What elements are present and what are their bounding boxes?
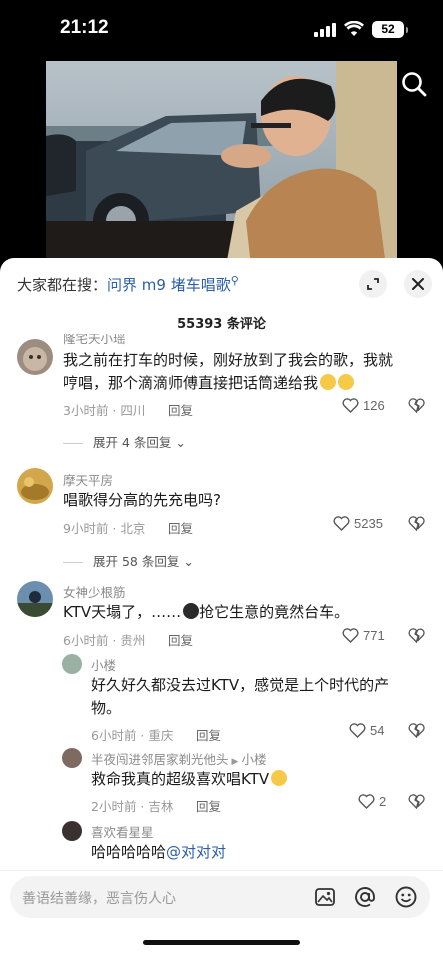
comment-time: 6小时前 · 贵州 xyxy=(63,633,146,648)
avatar[interactable] xyxy=(17,339,53,375)
emoji-icon xyxy=(183,603,200,619)
related-search-query[interactable]: 问界 m9 堵车唱歌 xyxy=(107,276,231,294)
heart-icon xyxy=(349,723,366,738)
heart-icon xyxy=(358,794,375,809)
comment-username[interactable]: 摩天平房 xyxy=(63,470,113,489)
close-icon xyxy=(412,278,424,290)
reply-username[interactable]: 喜欢看星星 xyxy=(91,822,154,841)
image-icon[interactable] xyxy=(313,885,337,909)
comment-text: 唱歌得分高的先充电吗? xyxy=(63,491,221,509)
battery-indicator: 52 xyxy=(372,21,408,38)
emoji-icon xyxy=(338,374,355,390)
avatar[interactable] xyxy=(17,468,53,504)
reply-button[interactable]: 回复 xyxy=(168,400,193,419)
expand-replies[interactable]: 展开 4 条回复 ⌄ xyxy=(63,432,186,451)
home-indicator[interactable] xyxy=(143,940,300,945)
video-frame xyxy=(46,61,397,266)
video-player[interactable] xyxy=(46,61,397,266)
reply-text: 救命我真的超级喜欢唱KTV xyxy=(91,768,411,791)
related-search-label: 大家都在搜： xyxy=(17,276,108,294)
comment-text: 我之前在打车的时候，刚好放到了我会的歌，我就哼唱，那个滴滴师傅直接把话筒递给我 xyxy=(63,349,395,395)
like-button[interactable]: 126 xyxy=(342,398,385,413)
reply-time: 6小时前 · 重庆 xyxy=(91,728,174,743)
like-count: 126 xyxy=(363,398,385,413)
avatar[interactable] xyxy=(62,654,82,674)
comment-text-part: 抢它生意的竟然台车。 xyxy=(199,603,350,621)
avatar[interactable] xyxy=(62,821,82,841)
broken-heart-icon[interactable] xyxy=(408,723,425,738)
comment-input-placeholder: 善语结善缘，恶言伤人心 xyxy=(22,891,176,907)
comment-input[interactable]: 善语结善缘，恶言伤人心 xyxy=(10,876,430,918)
comment-list[interactable]: 隆宅天小瑶 我之前在打车的时候，刚好放到了我会的歌，我就哼唱，那个滴滴师傅直接把… xyxy=(0,334,443,868)
mention-icon[interactable] xyxy=(353,885,377,909)
avatar[interactable] xyxy=(62,748,82,768)
reply-username-text[interactable]: 半夜闯进邻居家剃光他头 xyxy=(91,752,229,767)
signal-icon xyxy=(314,23,336,37)
heart-icon xyxy=(342,628,359,643)
broken-heart-icon[interactable] xyxy=(408,516,425,531)
reply-text-content: 哈哈哈哈哈 xyxy=(91,843,167,861)
expand-replies-label: 展开 58 条回复 xyxy=(93,554,180,569)
like-button[interactable]: 771 xyxy=(342,628,385,643)
broken-heart-icon[interactable] xyxy=(408,794,425,809)
like-count: 5235 xyxy=(354,516,383,531)
comment-text: KTV天塌了，…… 抢它生意的竟然台车。 xyxy=(63,601,403,624)
mention-link[interactable]: @对对对 xyxy=(166,843,226,861)
expand-replies[interactable]: 展开 58 条回复 ⌄ xyxy=(63,551,194,570)
avatar[interactable] xyxy=(17,581,53,617)
emoji-picker-icon[interactable] xyxy=(394,885,418,909)
small-search-icon: ⚲ xyxy=(230,274,239,287)
reply-button[interactable]: 回复 xyxy=(168,630,193,649)
comment-sheet: 大家都在搜：问界 m9 堵车唱歌⚲ 55393 条评论 隆宅天小瑶 我之前在打车… xyxy=(0,258,443,960)
heart-icon xyxy=(333,516,350,531)
comment-time: 9小时前 · 北京 xyxy=(63,521,146,536)
emoji-icon xyxy=(271,770,288,786)
like-count: 54 xyxy=(370,723,385,738)
reply-button[interactable]: 回复 xyxy=(168,518,193,537)
heart-icon xyxy=(342,398,359,413)
related-search[interactable]: 大家都在搜：问界 m9 堵车唱歌⚲ xyxy=(17,274,239,295)
reply-text: 好久好久都没去过KTV，感觉是上个时代的产物。 xyxy=(91,676,390,717)
comment-username[interactable]: 隆宅天小瑶 xyxy=(63,334,126,347)
reply-time: 2小时前 · 吉林 xyxy=(91,799,174,814)
like-button[interactable]: 54 xyxy=(349,723,384,738)
expand-replies-label: 展开 4 条回复 xyxy=(93,435,172,450)
like-count: 771 xyxy=(363,628,385,643)
broken-heart-icon[interactable] xyxy=(408,628,425,643)
status-time: 21:12 xyxy=(60,17,109,38)
expand-button[interactable] xyxy=(359,270,387,298)
expand-icon xyxy=(367,278,379,290)
reply-text-content: 救命我真的超级喜欢唱KTV xyxy=(91,770,270,788)
comment-text-part: KTV天塌了，…… xyxy=(63,603,182,621)
reply-arrow-icon: ▶ xyxy=(231,757,239,767)
reply-text: 哈哈哈哈哈@对对对 xyxy=(91,841,411,864)
reply-username[interactable]: 小楼 xyxy=(91,655,116,674)
like-button[interactable]: 2 xyxy=(358,794,386,809)
wifi-icon xyxy=(344,21,364,36)
status-bar: 21:12 52 xyxy=(0,0,443,58)
close-button[interactable] xyxy=(404,270,432,298)
reply-username: 半夜闯进邻居家剃光他头 ▶ 小楼 xyxy=(91,749,266,768)
comment-input-bar: 善语结善缘，恶言伤人心 xyxy=(0,870,443,960)
like-button[interactable]: 5235 xyxy=(333,516,383,531)
reply-to-user[interactable]: 小楼 xyxy=(241,752,266,767)
comment-time: 3小时前 · 四川 xyxy=(63,403,146,418)
search-icon[interactable] xyxy=(400,70,428,98)
broken-heart-icon[interactable] xyxy=(408,398,425,413)
like-count: 2 xyxy=(379,794,387,809)
reply-button[interactable]: 回复 xyxy=(196,725,221,744)
comment-username[interactable]: 女神少根筋 xyxy=(63,582,126,601)
reply-button[interactable]: 回复 xyxy=(196,796,221,815)
emoji-icon xyxy=(320,374,337,390)
comment-count: 55393 条评论 xyxy=(177,317,266,332)
